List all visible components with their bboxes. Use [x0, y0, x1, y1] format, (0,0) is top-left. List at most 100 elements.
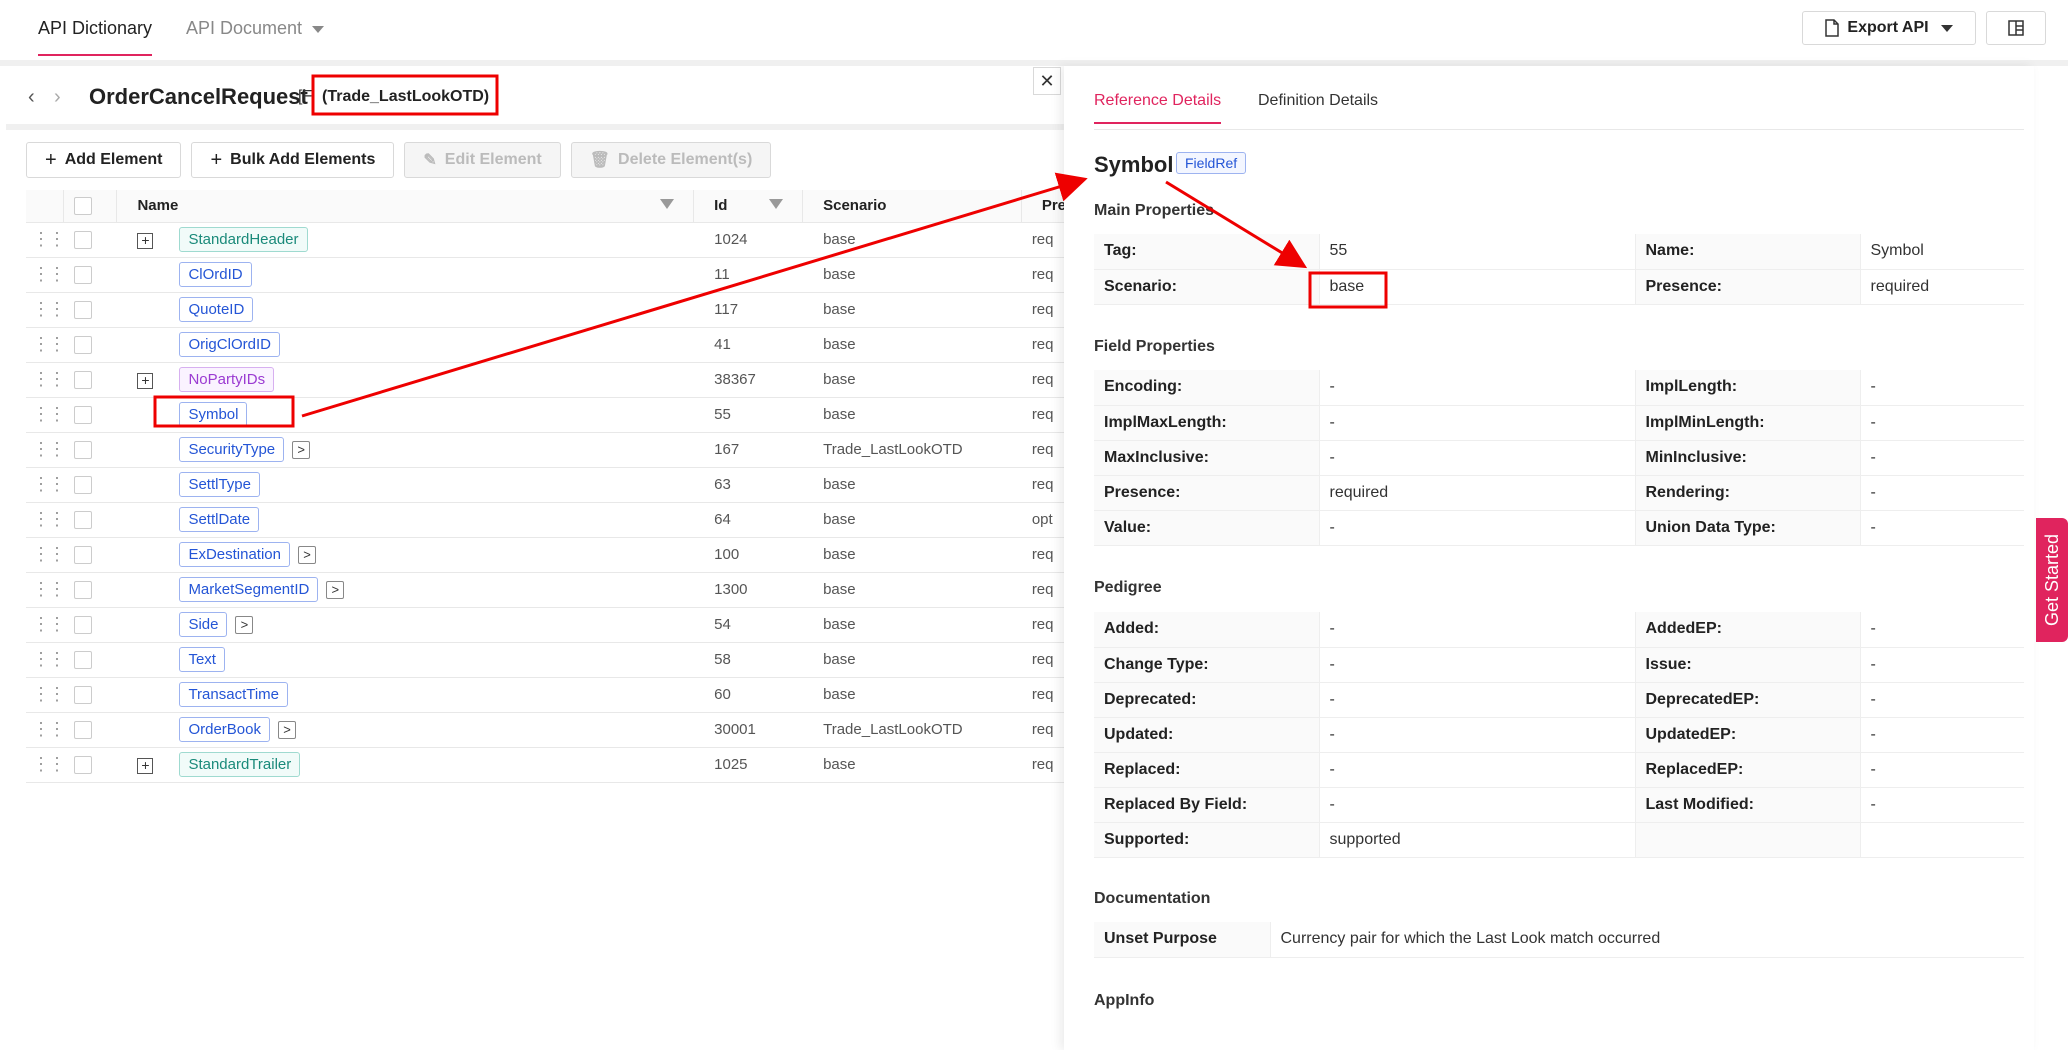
drag-handle-icon[interactable]: ⋮⋮	[26, 229, 66, 249]
element-name-tag[interactable]: ExDestination	[179, 542, 290, 567]
layout-toggle-button[interactable]	[1986, 11, 2046, 45]
tab-api-dictionary[interactable]: API Dictionary	[38, 18, 153, 56]
drag-handle-icon[interactable]: ⋮⋮	[26, 439, 66, 459]
presence-column-header[interactable]: Pre	[1021, 190, 1066, 223]
chevron-right-icon[interactable]: >	[298, 546, 316, 565]
row-checkbox[interactable]	[74, 580, 92, 599]
table-row[interactable]: ⋮⋮ SettlDate 64 base opt	[26, 502, 1066, 538]
table-row[interactable]: ⋮⋮ TransactTime 60 base req	[26, 677, 1066, 713]
element-name-tag[interactable]: OrderBook	[179, 717, 270, 742]
drag-handle-icon[interactable]: ⋮⋮	[26, 474, 66, 494]
row-checkbox[interactable]	[74, 300, 92, 319]
drag-handle-icon[interactable]: ⋮⋮	[26, 369, 66, 389]
row-checkbox[interactable]	[74, 265, 92, 284]
name-column-header[interactable]: Name	[117, 190, 695, 223]
property-key: Deprecated:	[1094, 682, 1320, 718]
row-checkbox[interactable]	[74, 370, 92, 389]
name-cell: OrigClOrdID	[117, 327, 695, 363]
add-element-button[interactable]: + Add Element	[26, 142, 182, 178]
table-row[interactable]: ⋮⋮ OrigClOrdID 41 base req	[26, 327, 1066, 363]
row-checkbox[interactable]	[74, 685, 92, 704]
drag-handle-icon[interactable]: ⋮⋮	[26, 544, 66, 564]
filter-icon[interactable]	[660, 199, 675, 209]
export-api-button[interactable]: Export API	[1802, 11, 1976, 45]
element-name-tag[interactable]: NoPartyIDs	[179, 367, 275, 392]
element-name-tag[interactable]: QuoteID	[179, 297, 254, 322]
row-checkbox[interactable]	[74, 475, 92, 494]
property-value: 55	[1319, 234, 1636, 270]
element-name-tag[interactable]: MarketSegmentID	[179, 577, 319, 602]
property-key: Rendering:	[1635, 475, 1861, 511]
drag-handle-icon[interactable]: ⋮⋮	[26, 579, 66, 599]
delete-elements-button[interactable]: 🗑 Delete Element(s)	[570, 142, 772, 178]
drag-handle-icon[interactable]: ⋮⋮	[26, 684, 66, 704]
drag-handle-icon[interactable]: ⋮⋮	[26, 334, 66, 354]
table-row[interactable]: ⋮⋮ Side >54 base req	[26, 607, 1066, 643]
table-row[interactable]: ⋮⋮ SecurityType >167 Trade_LastLookOTD req	[26, 432, 1066, 468]
elements-table: Name Id Scenario Pre ⋮⋮ + StandardHeader 10…	[26, 190, 1066, 783]
table-row[interactable]: ⋮⋮ OrderBook >30001 Trade_LastLookOTD req	[26, 712, 1066, 748]
element-name-tag[interactable]: Side	[179, 612, 228, 637]
row-checkbox[interactable]	[74, 405, 92, 424]
table-row[interactable]: ⋮⋮ ClOrdID 11 base req	[26, 257, 1066, 293]
table-row[interactable]: ⋮⋮ ExDestination >100 base req	[26, 537, 1066, 573]
property-value: -	[1860, 612, 2024, 648]
drag-handle-icon[interactable]: ⋮⋮	[26, 264, 66, 284]
close-details-button[interactable]: ✕	[1033, 67, 1061, 95]
select-all-checkbox[interactable]	[74, 196, 92, 215]
table-row[interactable]: ⋮⋮ SettlType 63 base req	[26, 467, 1066, 503]
tab-definition-details[interactable]: Definition Details	[1258, 92, 1378, 110]
table-row[interactable]: ⋮⋮ MarketSegmentID >1300 base req	[26, 572, 1066, 608]
forward-arrow-icon[interactable]: ›	[54, 86, 61, 109]
scenario-column-header[interactable]: Scenario	[803, 190, 1022, 223]
element-name-tag[interactable]: Text	[179, 647, 225, 672]
element-name-tag[interactable]: StandardTrailer	[179, 752, 301, 777]
id-column-header[interactable]: Id	[694, 190, 804, 223]
drag-handle-icon[interactable]: ⋮⋮	[26, 614, 66, 634]
id-cell: 1025	[694, 747, 804, 783]
row-checkbox[interactable]	[74, 230, 92, 249]
row-checkbox[interactable]	[74, 510, 92, 529]
chevron-right-icon[interactable]: >	[277, 721, 296, 740]
chevron-right-icon[interactable]: >	[292, 441, 311, 460]
element-name-tag[interactable]: Symbol	[179, 402, 248, 427]
expand-icon[interactable]: +	[137, 232, 154, 249]
expand-icon[interactable]: +	[137, 757, 154, 774]
element-name-tag[interactable]: SettlDate	[179, 507, 260, 532]
element-name-tag[interactable]: StandardHeader	[179, 227, 308, 252]
row-checkbox[interactable]	[74, 335, 92, 354]
table-row[interactable]: ⋮⋮ + StandardTrailer 1025 base req	[26, 747, 1066, 783]
row-checkbox[interactable]	[74, 440, 92, 459]
element-name-tag[interactable]: ClOrdID	[179, 262, 252, 287]
drag-handle-icon[interactable]: ⋮⋮	[26, 719, 66, 739]
row-checkbox[interactable]	[74, 615, 92, 634]
edit-element-button[interactable]: ✎ Edit Element	[404, 142, 561, 178]
drag-handle-icon[interactable]: ⋮⋮	[26, 754, 66, 774]
back-arrow-icon[interactable]: ‹	[28, 86, 35, 109]
row-checkbox[interactable]	[74, 545, 92, 564]
element-name-tag[interactable]: TransactTime	[179, 682, 289, 707]
element-name-tag[interactable]: SecurityType	[179, 437, 285, 462]
row-checkbox[interactable]	[74, 720, 92, 739]
tab-reference-details[interactable]: Reference Details	[1094, 92, 1222, 124]
drag-handle-icon[interactable]: ⋮⋮	[26, 299, 66, 319]
table-row[interactable]: ⋮⋮ QuoteID 117 base req	[26, 292, 1066, 328]
element-name-tag[interactable]: OrigClOrdID	[179, 332, 280, 357]
chevron-right-icon[interactable]: >	[235, 616, 254, 635]
row-checkbox[interactable]	[74, 650, 92, 669]
filter-icon[interactable]	[769, 199, 784, 209]
table-row[interactable]: ⋮⋮ Text 58 base req	[26, 642, 1066, 678]
chevron-right-icon[interactable]: >	[326, 581, 345, 600]
drag-handle-icon[interactable]: ⋮⋮	[26, 404, 66, 424]
tab-api-document[interactable]: API Document	[186, 18, 325, 39]
table-row[interactable]: ⋮⋮ + StandardHeader 1024 base req	[26, 222, 1066, 258]
bulk-add-elements-button[interactable]: + Bulk Add Elements	[191, 142, 395, 178]
get-started-button[interactable]: Get Started	[2036, 518, 2068, 642]
row-checkbox[interactable]	[74, 755, 92, 774]
element-name-tag[interactable]: SettlType	[179, 472, 260, 497]
table-row[interactable]: ⋮⋮ Symbol 55 base req	[26, 397, 1066, 433]
drag-handle-icon[interactable]: ⋮⋮	[26, 509, 66, 529]
table-row[interactable]: ⋮⋮ + NoPartyIDs 38367 base req	[26, 362, 1066, 398]
expand-icon[interactable]: +	[137, 372, 154, 389]
drag-handle-icon[interactable]: ⋮⋮	[26, 649, 66, 669]
